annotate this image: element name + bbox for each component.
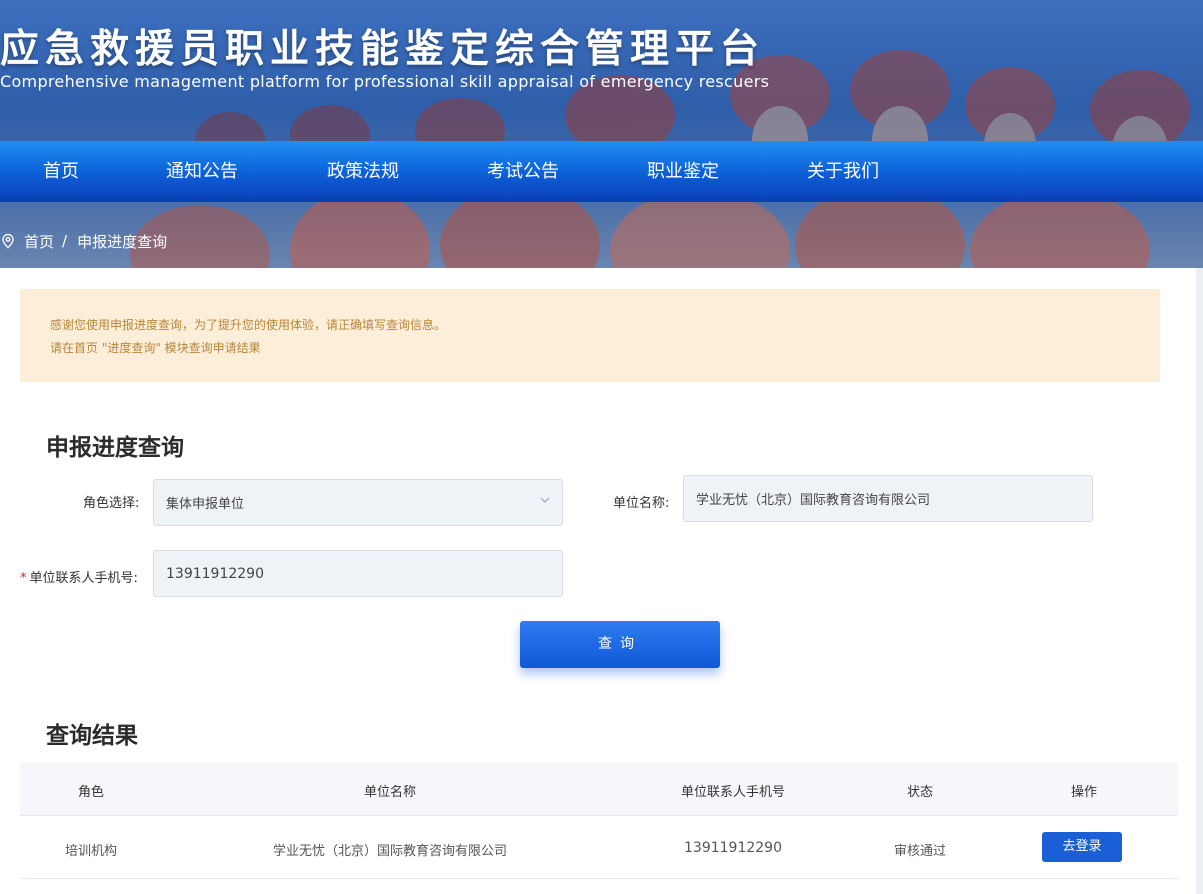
column-header-unit: 单位名称 <box>363 785 417 800</box>
phone-label-text: 单位联系人手机号: <box>29 571 138 586</box>
column-header-action: 操作 <box>1070 785 1098 800</box>
header-banner: 应急救援员职业技能鉴定综合管理平台 Comprehensive manageme… <box>0 0 1203 268</box>
role-label: 角色选择: <box>83 496 140 511</box>
phone-value: 13911912290 <box>166 565 264 582</box>
notice-line-1: 感谢您使用申报进度查询，为了提升您的使用体验，请正确填写查询信息。 <box>50 318 447 332</box>
location-pin-icon <box>2 233 14 249</box>
phone-label: * 单位联系人手机号: <box>20 567 138 586</box>
nav-item-exam-notices[interactable]: 考试公告 <box>487 141 559 202</box>
column-header-phone: 单位联系人手机号 <box>680 785 786 800</box>
nav-item-policies[interactable]: 政策法规 <box>327 141 399 202</box>
column-header-role: 角色 <box>77 785 105 800</box>
phone-field[interactable]: 13911912290 <box>153 550 563 597</box>
nav-item-notices[interactable]: 通知公告 <box>166 141 238 202</box>
cell-unit: 学业无忧（北京）国际教育咨询有限公司 <box>272 844 508 859</box>
role-select-value: 集体申报单位 <box>166 497 245 512</box>
results-table-header <box>20 763 1178 815</box>
query-button[interactable]: 查询 <box>520 621 720 668</box>
notice-box: 感谢您使用申报进度查询，为了提升您的使用体验，请正确填写查询信息。 请在首页 "… <box>20 289 1160 382</box>
scrollbar[interactable] <box>1196 268 1203 894</box>
unit-name-value: 学业无忧（北京）国际教育咨询有限公司 <box>696 493 931 508</box>
nav-item-home[interactable]: 首页 <box>43 141 79 202</box>
unit-name-label: 单位名称: <box>613 496 670 511</box>
notice-line-2: 请在首页 "进度查询" 模块查询申请结果 <box>50 341 261 355</box>
results-heading: 查询结果 <box>46 723 138 749</box>
cell-role: 培训机构 <box>64 844 118 859</box>
breadcrumb-separator: / <box>62 232 68 250</box>
breadcrumb-home[interactable]: 首页 <box>24 231 54 252</box>
main-nav: 首页 通知公告 政策法规 考试公告 职业鉴定 关于我们 <box>0 141 1203 202</box>
query-heading: 申报进度查询 <box>46 435 184 461</box>
breadcrumb: 首页 / 申报进度查询 <box>0 230 167 252</box>
nav-item-about[interactable]: 关于我们 <box>807 141 879 202</box>
breadcrumb-current: 申报进度查询 <box>77 232 168 251</box>
chevron-down-icon <box>540 497 550 503</box>
role-select[interactable]: 集体申报单位 <box>153 479 563 526</box>
cell-phone: 13911912290 <box>684 840 782 856</box>
site-title: 应急救援员职业技能鉴定综合管理平台 <box>0 27 766 72</box>
column-header-status: 状态 <box>906 785 934 800</box>
row-divider <box>20 878 1178 879</box>
go-login-button[interactable]: 去登录 <box>1042 832 1122 862</box>
unit-name-field[interactable]: 学业无忧（北京）国际教育咨询有限公司 <box>683 475 1093 522</box>
row-divider <box>20 815 1178 816</box>
cell-status: 审核通过 <box>893 844 947 859</box>
nav-item-appraisal[interactable]: 职业鉴定 <box>647 141 719 202</box>
required-mark: * <box>20 571 27 586</box>
site-subtitle: Comprehensive management platform for pr… <box>0 72 770 91</box>
